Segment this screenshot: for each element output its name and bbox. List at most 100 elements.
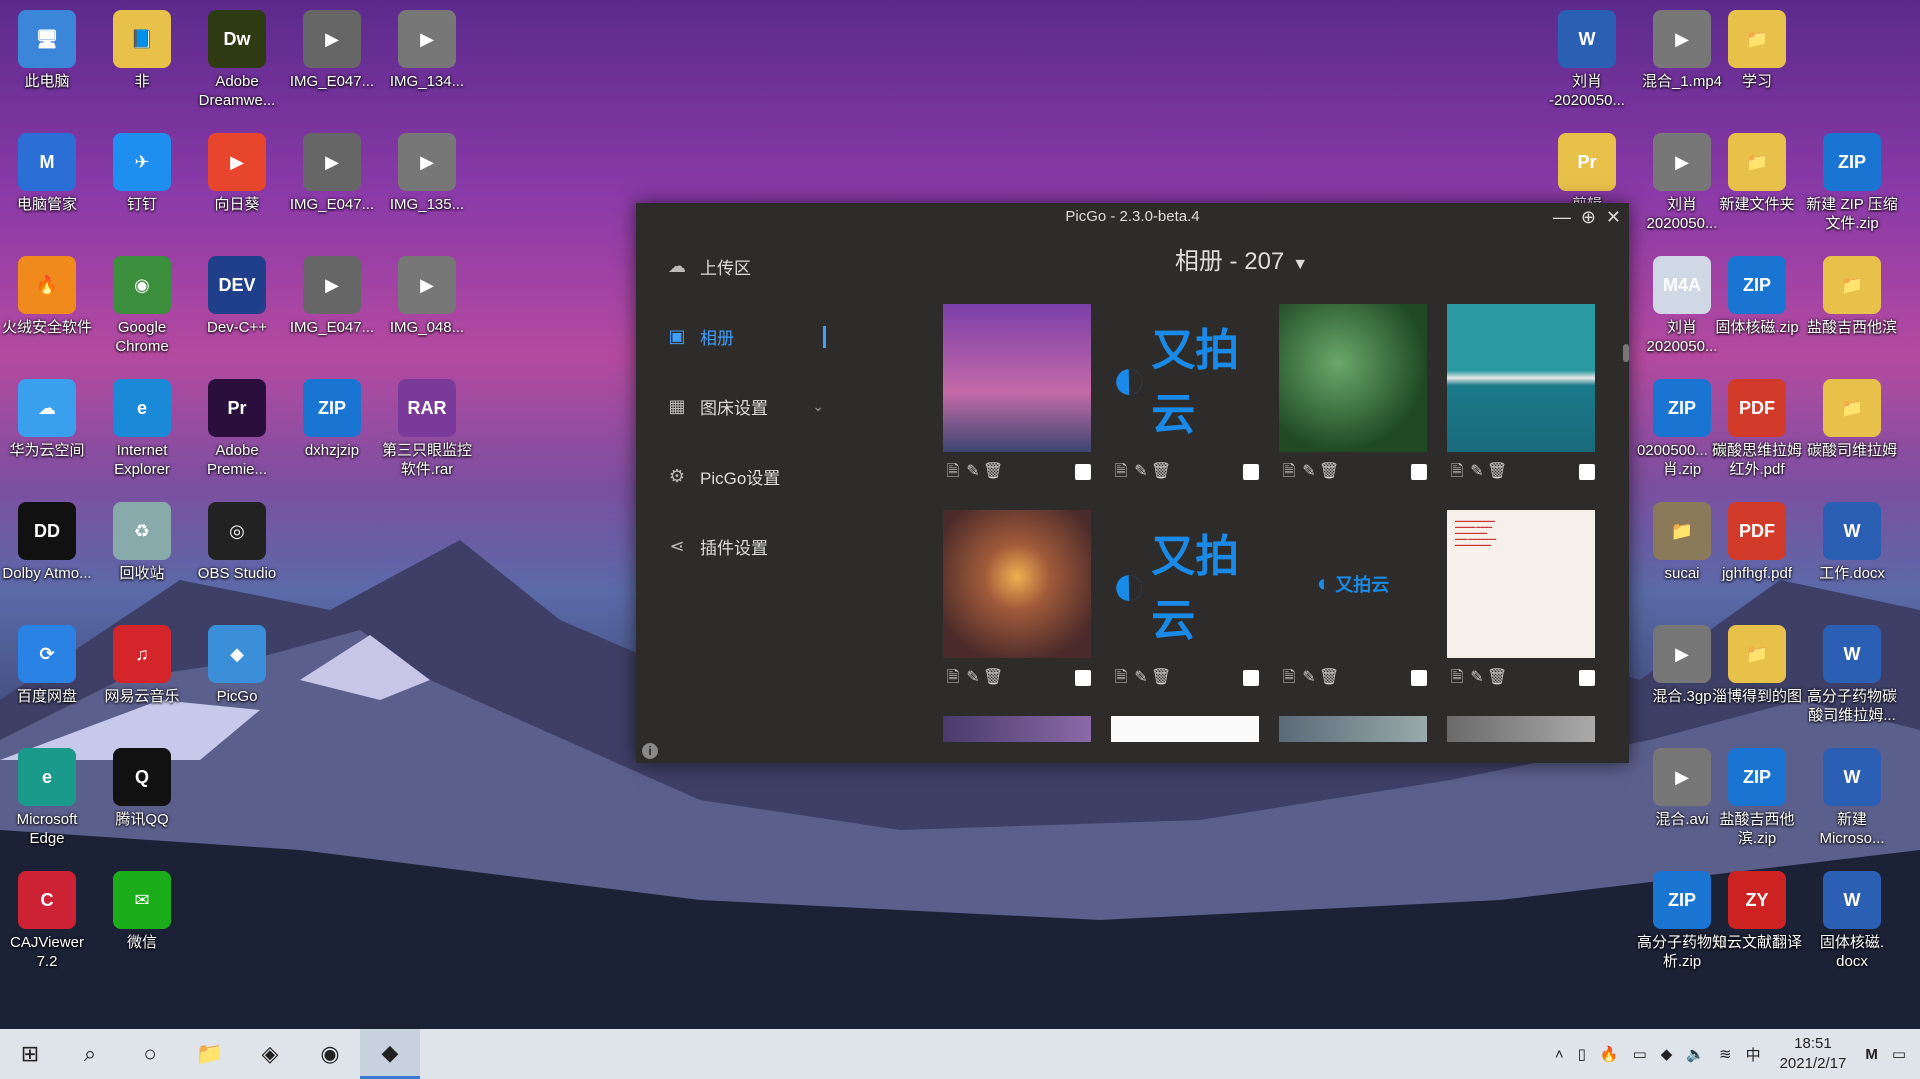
battery-icon[interactable]: ▭ — [1633, 1045, 1647, 1063]
edit-icon[interactable]: ✎ — [1131, 667, 1151, 687]
album-thumbnail[interactable] — [1447, 304, 1595, 452]
desktop-icon[interactable]: W 固体核磁. docx — [1805, 865, 1899, 971]
album-thumbnail[interactable]: ◐ 又拍云 — [1279, 510, 1427, 658]
desktop-icon[interactable]: RAR 第三只眼监控软件.rar — [380, 373, 474, 479]
desktop-icon[interactable]: ♫ 网易云音乐 — [95, 619, 189, 706]
desktop-icon[interactable]: e Internet Explorer — [95, 373, 189, 479]
volume-icon[interactable]: 🔈 — [1686, 1045, 1705, 1063]
desktop-icon[interactable]: ZIP 新建 ZIP 压缩文件.zip — [1805, 127, 1899, 233]
copy-link-icon[interactable]: 🗎 — [1447, 460, 1467, 487]
copy-link-icon[interactable]: 🗎 — [1447, 666, 1467, 693]
search-button[interactable]: ⌕ — [60, 1029, 120, 1079]
start-button[interactable]: ⊞ — [0, 1029, 60, 1079]
select-checkbox[interactable] — [1579, 464, 1595, 480]
chevron-up-icon[interactable]: ˄ — [1555, 1046, 1564, 1063]
select-checkbox[interactable] — [1411, 670, 1427, 686]
desktop-icon[interactable]: M 电脑管家 — [0, 127, 94, 214]
desktop-icon[interactable]: 📁 新建文件夹 — [1710, 127, 1804, 214]
minimize-icon[interactable]: — — [1553, 203, 1571, 231]
delete-icon[interactable]: 🗑 — [1151, 461, 1171, 481]
desktop-icon[interactable]: e Microsoft Edge — [0, 742, 94, 848]
album-thumbnail[interactable]: ◐ 又拍云 — [1111, 510, 1259, 658]
desktop-icon[interactable]: ✉ 微信 — [95, 865, 189, 952]
close-icon[interactable]: ✕ — [1606, 203, 1621, 231]
picgo-titlebar[interactable]: PicGo - 2.3.0-beta.4 — ⊕ ✕ — [636, 203, 1629, 231]
desktop-icon[interactable]: ☁ 华为云空间 — [0, 373, 94, 460]
desktop-icon[interactable]: 🔥 火绒安全软件 — [0, 250, 94, 337]
album-thumbnail[interactable] — [1279, 304, 1427, 452]
select-checkbox[interactable] — [1075, 464, 1091, 480]
desktop-icon[interactable]: DEV Dev-C++ — [190, 250, 284, 337]
desktop-icon[interactable]: ◉ Google Chrome — [95, 250, 189, 356]
desktop-icon[interactable]: ▶ IMG_134... — [380, 4, 474, 91]
nav-item[interactable]: ▣ 相册 — [636, 301, 854, 371]
desktop-icon[interactable]: ▶ 向日葵 — [190, 127, 284, 214]
notification-icon[interactable]: ▭ — [1892, 1045, 1906, 1063]
album-title[interactable]: 相册 - 207 ▼ — [854, 241, 1629, 281]
desktop-icon[interactable]: ZY 知云文献翻译 — [1710, 865, 1804, 952]
desktop-icon[interactable]: 📁 淄博得到的图 — [1710, 619, 1804, 706]
album-thumbnail[interactable] — [943, 510, 1091, 658]
copy-link-icon[interactable]: 🗎 — [1279, 666, 1299, 693]
delete-icon[interactable]: 🗑 — [1487, 667, 1507, 687]
desktop-icon[interactable]: C CAJViewer 7.2 — [0, 865, 94, 971]
nav-item[interactable]: ▦ 图床设置 ⌄ — [636, 371, 854, 441]
select-checkbox[interactable] — [1579, 670, 1595, 686]
desktop-icon[interactable]: W 高分子药物碳酸司维拉姆... — [1805, 619, 1899, 725]
album-thumbnail[interactable] — [1279, 716, 1427, 742]
delete-icon[interactable]: 🗑 — [1319, 461, 1339, 481]
file-explorer-button[interactable]: 📁 — [180, 1029, 240, 1079]
edit-icon[interactable]: ✎ — [1299, 461, 1319, 481]
chrome-button[interactable]: ◉ — [300, 1029, 360, 1079]
edit-icon[interactable]: ✎ — [963, 461, 983, 481]
delete-icon[interactable]: 🗑 — [1151, 667, 1171, 687]
select-checkbox[interactable] — [1075, 670, 1091, 686]
album-thumbnail[interactable]: ◐ 又拍云 — [1111, 304, 1259, 452]
pc-manager-tray-icon[interactable]: M — [1865, 1046, 1878, 1063]
desktop-icon[interactable]: DD Dolby Atmo... — [0, 496, 94, 583]
desktop-icon[interactable]: Pr剪辑 — [1540, 127, 1634, 214]
desktop-icon[interactable]: 📁 学习 — [1710, 4, 1804, 91]
cortana-button[interactable]: ○ — [120, 1029, 180, 1079]
delete-icon[interactable]: 🗑 — [983, 461, 1003, 481]
desktop-icon[interactable]: ▶ IMG_135... — [380, 127, 474, 214]
desktop-icon[interactable]: ZIP 固体核磁.zip — [1710, 250, 1804, 337]
edit-icon[interactable]: ✎ — [1467, 667, 1487, 687]
album-thumbnail[interactable] — [943, 304, 1091, 452]
nav-item[interactable]: ⚙ PicGo设置 — [636, 441, 854, 511]
picgo-tray-icon[interactable]: ◆ — [1661, 1045, 1673, 1063]
nav-item[interactable]: ☁ 上传区 — [636, 231, 854, 301]
delete-icon[interactable]: 🗑 — [983, 667, 1003, 687]
select-checkbox[interactable] — [1243, 670, 1259, 686]
desktop-icon[interactable]: ▶ IMG_048... — [380, 250, 474, 337]
nav-item[interactable]: ⋖ 插件设置 — [636, 511, 854, 581]
huorong-tray-icon[interactable]: 🔥 — [1600, 1045, 1619, 1063]
copy-link-icon[interactable]: 🗎 — [943, 460, 963, 487]
album-thumbnail[interactable] — [943, 716, 1091, 742]
info-icon[interactable]: i — [642, 743, 658, 759]
delete-icon[interactable]: 🗑 — [1487, 461, 1507, 481]
desktop-icon[interactable]: W 工作.docx — [1805, 496, 1899, 583]
copy-link-icon[interactable]: 🗎 — [1279, 460, 1299, 487]
edit-icon[interactable]: ✎ — [1467, 461, 1487, 481]
copy-link-icon[interactable]: 🗎 — [1111, 460, 1131, 487]
album-thumbnail[interactable]: ▬▬▬▬▬▬▬▬▬▬ ▬▬▬▬▬ ▬▬▬▬ ▬▬▬▬▬▬▬▬ ▬▬▬ ▬▬▬▬▬▬▬ ▬… — [1447, 510, 1595, 658]
select-checkbox[interactable] — [1243, 464, 1259, 480]
delete-icon[interactable]: 🗑 — [1319, 667, 1339, 687]
edit-icon[interactable]: ✎ — [1299, 667, 1319, 687]
desktop-icon[interactable]: Q 腾讯QQ — [95, 742, 189, 829]
desktop-icon[interactable]: W 新建 Microso... — [1805, 742, 1899, 848]
desktop-icon[interactable]: ◆ PicGo — [190, 619, 284, 706]
desktop-icon[interactable]: PDF 碳酸思维拉姆红外.pdf — [1710, 373, 1804, 479]
desktop-icon[interactable]: ▶ IMG_E047... — [285, 127, 379, 214]
edit-icon[interactable]: ✎ — [1131, 461, 1151, 481]
desktop-icon[interactable]: ✈ 钉钉 — [95, 127, 189, 214]
desktop-icon[interactable]: ▶ IMG_E047... — [285, 4, 379, 91]
copy-link-icon[interactable]: 🗎 — [943, 666, 963, 693]
ime-indicator[interactable]: 中 — [1746, 1044, 1761, 1065]
desktop-icon[interactable]: ZIP dxhzjzip — [285, 373, 379, 460]
wifi-icon[interactable]: ≋ — [1719, 1045, 1732, 1063]
desktop-icon[interactable]: 📁 碳酸司维拉姆 — [1805, 373, 1899, 460]
desktop-icon[interactable]: 📁 盐酸吉西他滨 — [1805, 250, 1899, 337]
desktop-icon[interactable]: 🖥 此电脑 — [0, 4, 94, 91]
